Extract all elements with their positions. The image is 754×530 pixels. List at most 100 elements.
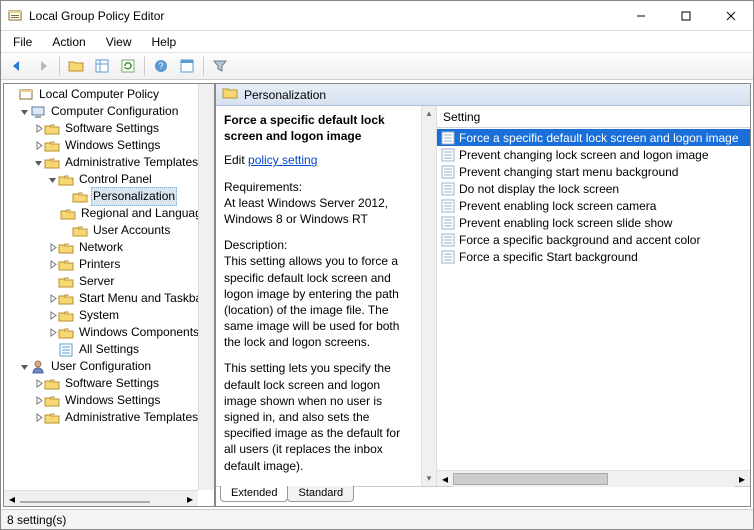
tree-vertical-scrollbar[interactable]: [198, 84, 214, 490]
policy-root-icon: [18, 87, 34, 103]
tree-node[interactable]: All Settings: [4, 341, 214, 358]
scroll-down-icon[interactable]: ▾: [427, 473, 432, 484]
expand-icon[interactable]: [32, 396, 44, 405]
tree-node[interactable]: Windows Settings: [4, 392, 214, 409]
description-text-2: This setting lets you specify the defaul…: [224, 361, 400, 472]
tree-node[interactable]: Control Panel: [4, 171, 214, 188]
expand-icon[interactable]: [46, 294, 58, 303]
folder-icon: [58, 308, 74, 324]
setting-row[interactable]: Force a specific default lock screen and…: [437, 129, 750, 146]
setting-label: Force a specific Start background: [459, 250, 638, 264]
edit-label: Edit: [224, 153, 248, 167]
menu-view[interactable]: View: [98, 33, 140, 51]
tree-node[interactable]: Personalization: [4, 188, 214, 205]
tree-pane[interactable]: Local Computer Policy Computer Configura…: [3, 83, 215, 507]
settings-horizontal-scrollbar[interactable]: ◂ ▸: [437, 470, 750, 486]
toolbar: ?: [1, 52, 753, 80]
selected-setting-title: Force a specific default lock screen and…: [224, 112, 413, 144]
toolbar-filter-button[interactable]: [208, 55, 232, 77]
maximize-button[interactable]: [663, 1, 708, 30]
tree-node[interactable]: Regional and Language Options: [4, 205, 214, 222]
scroll-up-icon[interactable]: ▴: [427, 108, 432, 119]
collapse-icon[interactable]: [46, 175, 58, 184]
folder-icon: [44, 155, 60, 171]
collapse-icon[interactable]: [18, 107, 30, 116]
tree-node[interactable]: Administrative Templates: [4, 154, 214, 171]
svg-text:?: ?: [158, 61, 163, 71]
expand-icon[interactable]: [46, 311, 58, 320]
scroll-right-icon[interactable]: ▸: [734, 471, 750, 487]
folder-icon: [72, 189, 88, 205]
toolbar-properties-button[interactable]: [175, 55, 199, 77]
tree-node[interactable]: User Accounts: [4, 222, 214, 239]
policy-item-icon: [441, 165, 455, 179]
policy-item-icon: [441, 131, 455, 145]
expand-icon[interactable]: [46, 260, 58, 269]
minimize-button[interactable]: [618, 1, 663, 30]
policy-item-icon: [441, 216, 455, 230]
expand-icon[interactable]: [32, 413, 44, 422]
menu-help[interactable]: Help: [144, 33, 185, 51]
tree-node-label: Start Menu and Taskbar: [77, 290, 208, 307]
settings-column-header[interactable]: Setting: [437, 106, 750, 128]
scroll-right-icon[interactable]: ▸: [182, 491, 198, 507]
expand-icon[interactable]: [32, 379, 44, 388]
expand-icon[interactable]: [46, 328, 58, 337]
tree-node[interactable]: Start Menu and Taskbar: [4, 290, 214, 307]
status-bar: 8 setting(s): [1, 509, 753, 529]
main-area: Local Computer Policy Computer Configura…: [1, 80, 753, 509]
tree-node[interactable]: Windows Settings: [4, 137, 214, 154]
tree-node[interactable]: Software Settings: [4, 120, 214, 137]
toolbar-list-button[interactable]: [90, 55, 114, 77]
collapse-icon[interactable]: [18, 362, 30, 371]
tree-node[interactable]: Administrative Templates: [4, 409, 214, 426]
scroll-left-icon[interactable]: ◂: [4, 491, 20, 507]
tree-node[interactable]: Software Settings: [4, 375, 214, 392]
settings-list[interactable]: Force a specific default lock screen and…: [437, 128, 750, 470]
close-button[interactable]: [708, 1, 753, 30]
expand-icon[interactable]: [32, 124, 44, 133]
tree-node[interactable]: System: [4, 307, 214, 324]
tree-node-label: Network: [77, 239, 125, 256]
tab-extended[interactable]: Extended: [220, 486, 288, 502]
menu-file[interactable]: File: [5, 33, 40, 51]
tree-horizontal-scrollbar[interactable]: ◂ ▸: [4, 490, 198, 506]
setting-row[interactable]: Force a specific background and accent c…: [437, 231, 750, 248]
scroll-left-icon[interactable]: ◂: [437, 471, 453, 487]
back-button[interactable]: [5, 55, 29, 77]
tree-node[interactable]: Network: [4, 239, 214, 256]
tree-node[interactable]: User Configuration: [4, 358, 214, 375]
setting-row[interactable]: Prevent changing start menu background: [437, 163, 750, 180]
edit-policy-link[interactable]: policy setting: [248, 153, 317, 167]
expand-icon[interactable]: [46, 243, 58, 252]
tree-node[interactable]: Computer Configuration: [4, 103, 214, 120]
setting-label: Do not display the lock screen: [459, 182, 619, 196]
toolbar-folder-button[interactable]: [64, 55, 88, 77]
settings-column-header-label: Setting: [443, 110, 480, 124]
forward-button[interactable]: [31, 55, 55, 77]
setting-row[interactable]: Prevent enabling lock screen camera: [437, 197, 750, 214]
toolbar-refresh-button[interactable]: [116, 55, 140, 77]
tree-node-label: User Accounts: [91, 222, 172, 239]
setting-row[interactable]: Prevent changing lock screen and logon i…: [437, 146, 750, 163]
expand-icon[interactable]: [32, 141, 44, 150]
tab-standard[interactable]: Standard: [287, 486, 354, 502]
setting-row[interactable]: Do not display the lock screen: [437, 180, 750, 197]
collapse-icon[interactable]: [32, 158, 44, 167]
details-scrollbar[interactable]: ▴ ▾: [421, 106, 437, 486]
tree-node[interactable]: Windows Components: [4, 324, 214, 341]
tree-node[interactable]: Server: [4, 273, 214, 290]
setting-row[interactable]: Prevent enabling lock screen slide show: [437, 214, 750, 231]
menu-action[interactable]: Action: [44, 33, 93, 51]
folder-icon: [44, 138, 60, 154]
policy-item-icon: [441, 199, 455, 213]
tree-root[interactable]: Local Computer Policy: [4, 86, 214, 103]
folder-icon: [58, 274, 74, 290]
tree-node-label: User Configuration: [49, 358, 153, 375]
content-header: Personalization: [216, 84, 750, 106]
toolbar-help-button[interactable]: ?: [149, 55, 173, 77]
setting-row[interactable]: Force a specific Start background: [437, 248, 750, 265]
folder-icon: [58, 291, 74, 307]
folder-icon: [60, 206, 76, 222]
tree-node[interactable]: Printers: [4, 256, 214, 273]
